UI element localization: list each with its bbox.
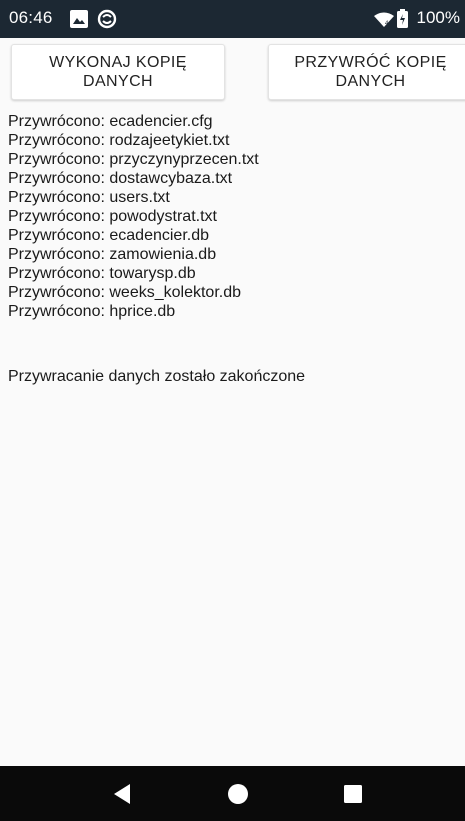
- log-line: Przywrócono: powodystrat.txt: [8, 208, 217, 225]
- battery-icon: [397, 9, 408, 33]
- restore-summary: Przywracanie danych zostało zakończone: [8, 368, 306, 385]
- main-content: WYKONAJ KOPIĘ DANYCH PRZYWRÓĆ KOPIĘ DANY…: [0, 38, 465, 766]
- log-line: Przywrócono: rodzajeetykiet.txt: [8, 132, 230, 149]
- restore-log: Przywrócono: ecadencier.cfg Przywrócono:…: [8, 112, 259, 321]
- wifi-icon: 4: [374, 12, 394, 32]
- log-line: Przywrócono: towarysp.db: [8, 265, 196, 282]
- log-line: Przywrócono: ecadencier.db: [8, 227, 209, 244]
- log-line: Przywrócono: zamowienia.db: [8, 246, 217, 263]
- restore-button[interactable]: PRZYWRÓĆ KOPIĘ DANYCH: [268, 44, 465, 100]
- battery-percentage: 100%: [416, 8, 460, 27]
- navigation-bar: [0, 766, 465, 821]
- back-icon[interactable]: [107, 780, 137, 807]
- log-line: Przywrócono: weeks_kolektor.db: [8, 284, 241, 301]
- status-bar: 06:46 4 100%: [0, 0, 465, 38]
- log-line: Przywrócono: przyczynyprzecen.txt: [8, 151, 259, 168]
- image-icon: [69, 9, 89, 34]
- log-line: Przywrócono: users.txt: [8, 189, 170, 206]
- log-line: Przywrócono: hprice.db: [8, 303, 176, 320]
- log-line: Przywrócono: ecadencier.cfg: [8, 113, 213, 130]
- log-line: Przywrócono: dostawcybaza.txt: [8, 170, 233, 187]
- sync-icon: [97, 9, 117, 34]
- recents-icon[interactable]: [338, 780, 368, 807]
- home-icon[interactable]: [223, 780, 253, 807]
- status-time: 06:46: [9, 8, 53, 27]
- backup-button[interactable]: WYKONAJ KOPIĘ DANYCH: [11, 44, 225, 100]
